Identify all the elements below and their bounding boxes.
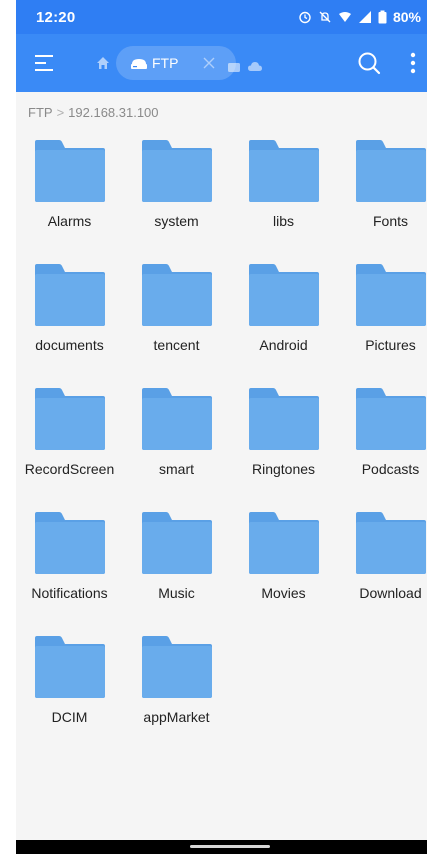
- search-icon[interactable]: [356, 50, 382, 76]
- folder-item[interactable]: Download: [337, 512, 427, 636]
- status-bar: 12:20 80%: [16, 0, 427, 34]
- wifi-icon: [338, 10, 352, 24]
- folder-item[interactable]: appMarket: [123, 636, 230, 760]
- folder-icon: [34, 140, 105, 202]
- folder-icon: [141, 512, 212, 574]
- folder-name: Download: [359, 585, 422, 601]
- folder-name: Fonts: [372, 213, 408, 229]
- folder-icon: [141, 264, 212, 326]
- tab-label: FTP: [152, 55, 179, 71]
- folder-item[interactable]: Notifications: [16, 512, 123, 636]
- folder-name: appMarket: [143, 709, 210, 725]
- breadcrumb-current[interactable]: 192.168.31.100: [68, 105, 158, 120]
- window-icon[interactable]: [228, 59, 240, 72]
- battery-percent: 80%: [392, 9, 421, 25]
- folder-name: RecordScreen: [24, 461, 115, 477]
- folder-item[interactable]: documents: [16, 264, 123, 388]
- folder-icon: [355, 388, 426, 450]
- folder-name: Pictures: [365, 337, 416, 353]
- close-icon[interactable]: [200, 54, 218, 72]
- folder-name: Notifications: [31, 585, 108, 601]
- folder-name: Music: [158, 585, 195, 601]
- folder-icon: [34, 636, 105, 698]
- folder-name: Movies: [261, 585, 306, 601]
- folder-grid: Alarms system libs Fonts documents tencent And…: [16, 140, 427, 760]
- folder-icon: [34, 264, 105, 326]
- folder-item[interactable]: Ringtones: [230, 388, 337, 512]
- file-manager-screen: 12:20 80% FTP FTP > 192.168.31.100 Alarm…: [16, 0, 427, 854]
- folder-item[interactable]: libs: [230, 140, 337, 264]
- folder-item[interactable]: smart: [123, 388, 230, 512]
- folder-item[interactable]: Fonts: [337, 140, 427, 264]
- folder-name: documents: [35, 337, 104, 353]
- folder-item[interactable]: Android: [230, 264, 337, 388]
- folder-icon: [141, 636, 212, 698]
- folder-name: smart: [159, 461, 194, 477]
- folder-item[interactable]: DCIM: [16, 636, 123, 760]
- folder-icon: [34, 388, 105, 450]
- alarm-icon: [298, 10, 312, 24]
- more-icon[interactable]: [406, 50, 420, 76]
- ftp-icon: [130, 56, 148, 70]
- folder-item[interactable]: Movies: [230, 512, 337, 636]
- folder-name: system: [154, 213, 199, 229]
- home-gesture-handle[interactable]: [190, 845, 270, 848]
- folder-name: tencent: [153, 337, 200, 353]
- mute-icon: [318, 10, 332, 24]
- folder-icon: [248, 264, 319, 326]
- folder-icon: [248, 388, 319, 450]
- folder-item[interactable]: Music: [123, 512, 230, 636]
- folder-icon: [355, 140, 426, 202]
- status-time: 12:20: [36, 8, 76, 26]
- cloud-icon[interactable]: [248, 58, 262, 71]
- status-icons: 80%: [298, 9, 421, 25]
- folder-name: Alarms: [47, 213, 92, 229]
- folder-name: Podcasts: [361, 461, 420, 477]
- home-icon[interactable]: [96, 56, 110, 70]
- folder-name: libs: [272, 213, 294, 229]
- signal-icon: [358, 10, 372, 24]
- app-bar: FTP: [16, 34, 427, 92]
- breadcrumb-root[interactable]: FTP: [28, 105, 53, 120]
- folder-item[interactable]: Alarms: [16, 140, 123, 264]
- breadcrumb: FTP > 192.168.31.100: [28, 105, 159, 120]
- folder-item[interactable]: Pictures: [337, 264, 427, 388]
- navigation-bar: [16, 840, 427, 854]
- folder-icon: [248, 140, 319, 202]
- tab-ftp[interactable]: FTP: [116, 46, 236, 80]
- folder-icon: [141, 388, 212, 450]
- folder-item[interactable]: system: [123, 140, 230, 264]
- menu-icon[interactable]: [32, 51, 56, 75]
- folder-name: Ringtones: [251, 461, 316, 477]
- folder-icon: [141, 140, 212, 202]
- folder-icon: [355, 512, 426, 574]
- folder-icon: [248, 512, 319, 574]
- folder-item[interactable]: tencent: [123, 264, 230, 388]
- folder-icon: [355, 264, 426, 326]
- folder-item[interactable]: Podcasts: [337, 388, 427, 512]
- folder-icon: [34, 512, 105, 574]
- breadcrumb-separator: >: [56, 105, 65, 120]
- folder-item[interactable]: RecordScreen: [16, 388, 123, 512]
- folder-name: Android: [259, 337, 308, 353]
- folder-name: DCIM: [51, 709, 88, 725]
- battery-icon: [378, 10, 387, 24]
